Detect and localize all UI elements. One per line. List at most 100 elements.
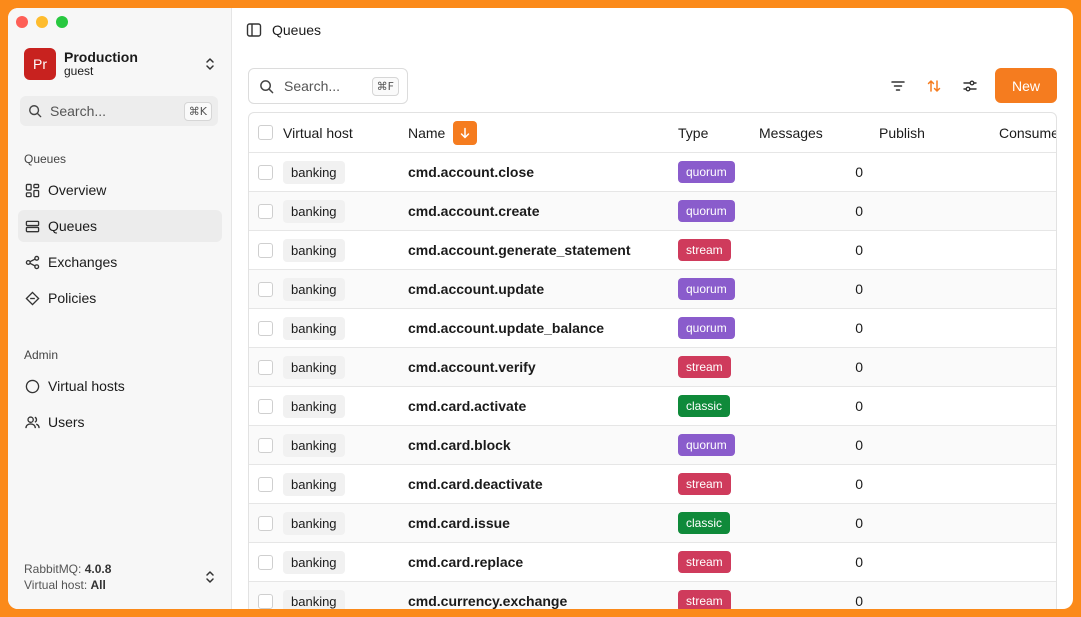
section-label-admin: Admin — [24, 348, 59, 362]
chevron-up-down-icon — [206, 571, 214, 583]
account-switcher[interactable]: Pr Production guest — [24, 48, 218, 80]
queue-search-placeholder: Search... — [284, 78, 341, 94]
sidebar-search[interactable]: Search... ⌘K — [20, 96, 218, 126]
filter-button[interactable] — [888, 76, 908, 96]
queue-type-badge: quorum — [678, 161, 735, 183]
table-row[interactable]: banking cmd.account.create quorum 0 — [249, 192, 1056, 231]
row-checkbox[interactable] — [258, 203, 273, 219]
table-row[interactable]: banking cmd.card.activate classic 0 — [249, 387, 1056, 426]
queue-type-badge: quorum — [678, 200, 735, 222]
messages-count: 0 — [855, 476, 863, 492]
queue-type-badge: quorum — [678, 434, 735, 456]
row-checkbox[interactable] — [258, 515, 273, 531]
table-row[interactable]: banking cmd.account.generate_statement str… — [249, 231, 1056, 270]
row-checkbox[interactable] — [258, 281, 273, 297]
main-content: Queues Search... ⌘F New Virtual host Nam… — [232, 8, 1073, 609]
page-title: Queues — [272, 22, 322, 38]
view-settings-button[interactable] — [960, 76, 980, 96]
column-name[interactable]: Name — [408, 113, 478, 152]
column-consumers[interactable]: Consumers — [999, 113, 1056, 152]
sidebar-item-exchanges[interactable]: Exchanges — [18, 246, 222, 278]
queue-name[interactable]: cmd.account.update_balance — [408, 320, 604, 336]
window-controls — [16, 16, 68, 28]
table-row[interactable]: banking cmd.account.close quorum 0 — [249, 153, 1056, 192]
queue-type-badge: classic — [678, 512, 731, 534]
table-row[interactable]: banking cmd.account.update quorum 0 — [249, 270, 1056, 309]
close-window-button[interactable] — [16, 16, 28, 28]
queue-type-badge: stream — [678, 356, 731, 378]
queue-name[interactable]: cmd.account.verify — [408, 359, 536, 375]
table-row[interactable]: banking cmd.card.replace stream 0 — [249, 543, 1056, 582]
queue-type-badge: quorum — [678, 317, 735, 339]
sidebar-item-overview[interactable]: Overview — [18, 174, 222, 206]
queue-name[interactable]: cmd.currency.exchange — [408, 593, 567, 609]
account-name: Production — [64, 49, 138, 66]
sidebar-item-virtual-hosts[interactable]: Virtual hosts — [18, 370, 222, 402]
table-row[interactable]: banking cmd.card.deactivate stream 0 — [249, 465, 1056, 504]
vhost-label: Virtual host: — [24, 577, 88, 592]
column-virtual-host[interactable]: Virtual host — [283, 113, 353, 152]
version-value: 4.0.8 — [84, 561, 112, 576]
new-queue-button[interactable]: New — [995, 68, 1057, 103]
messages-count: 0 — [855, 398, 863, 414]
vhost-badge: banking — [283, 550, 345, 574]
table-row[interactable]: banking cmd.card.issue classic 0 — [249, 504, 1056, 543]
footer-text: RabbitMQ: 4.0.8 Virtual host: All — [24, 561, 202, 593]
sidebar-search-placeholder: Search... — [50, 103, 107, 119]
app-window: Pr Production guest Search... ⌘K Queues … — [8, 8, 1073, 609]
filter-icon — [891, 81, 905, 91]
sidebar-item-label: Overview — [48, 182, 107, 198]
section-label-queues: Queues — [24, 152, 67, 166]
row-checkbox[interactable] — [258, 359, 273, 375]
row-checkbox[interactable] — [258, 593, 273, 609]
queue-name[interactable]: cmd.account.close — [408, 164, 534, 180]
users-icon — [24, 414, 40, 430]
sort-arrows-icon — [927, 80, 941, 92]
queue-search-input[interactable]: Search... ⌘F — [248, 68, 408, 104]
row-checkbox[interactable] — [258, 242, 273, 258]
exchanges-share-icon — [24, 254, 40, 270]
minimize-window-button[interactable] — [36, 16, 48, 28]
row-checkbox[interactable] — [258, 476, 273, 492]
messages-count: 0 — [855, 281, 863, 297]
queue-name[interactable]: cmd.card.issue — [408, 515, 510, 531]
vhost-badge: banking — [283, 355, 345, 379]
queue-name[interactable]: cmd.card.deactivate — [408, 476, 543, 492]
messages-count: 0 — [855, 593, 863, 609]
sidebar-item-policies[interactable]: Policies — [18, 282, 222, 314]
settings-sliders-icon — [963, 80, 977, 92]
sidebar-item-users[interactable]: Users — [18, 406, 222, 438]
row-checkbox[interactable] — [258, 320, 273, 336]
sort-button[interactable] — [924, 76, 944, 96]
environment-switcher[interactable]: RabbitMQ: 4.0.8 Virtual host: All — [24, 561, 218, 593]
messages-count: 0 — [855, 164, 863, 180]
row-checkbox[interactable] — [258, 398, 273, 414]
table-row[interactable]: banking cmd.card.block quorum 0 — [249, 426, 1056, 465]
table-row[interactable]: banking cmd.account.verify stream 0 — [249, 348, 1056, 387]
version-label: RabbitMQ: — [24, 561, 82, 576]
account-user: guest — [64, 64, 94, 79]
zoom-window-button[interactable] — [56, 16, 68, 28]
column-messages[interactable]: Messages — [759, 113, 823, 152]
queue-type-badge: stream — [678, 473, 731, 495]
select-all-checkbox[interactable] — [258, 125, 273, 140]
messages-count: 0 — [855, 437, 863, 453]
column-publish[interactable]: Publish — [879, 113, 925, 152]
row-checkbox[interactable] — [258, 437, 273, 453]
column-type[interactable]: Type — [678, 113, 708, 152]
table-row[interactable]: banking cmd.currency.exchange stream 0 — [249, 582, 1056, 609]
queue-name[interactable]: cmd.account.generate_statement — [408, 242, 631, 258]
sort-name-button[interactable] — [453, 120, 478, 145]
vhost-badge: banking — [283, 394, 345, 418]
table-row[interactable]: banking cmd.account.update_balance quorum 0 — [249, 309, 1056, 348]
queue-name[interactable]: cmd.card.activate — [408, 398, 526, 414]
sidebar-item-queues[interactable]: Queues — [18, 210, 222, 242]
queue-name[interactable]: cmd.card.block — [408, 437, 511, 453]
sidebar-toggle-icon[interactable] — [246, 22, 262, 38]
row-checkbox[interactable] — [258, 554, 273, 570]
queue-name[interactable]: cmd.card.replace — [408, 554, 523, 570]
row-checkbox[interactable] — [258, 164, 273, 180]
queue-name[interactable]: cmd.account.update — [408, 281, 544, 297]
vhost-badge: banking — [283, 238, 345, 262]
queue-name[interactable]: cmd.account.create — [408, 203, 540, 219]
